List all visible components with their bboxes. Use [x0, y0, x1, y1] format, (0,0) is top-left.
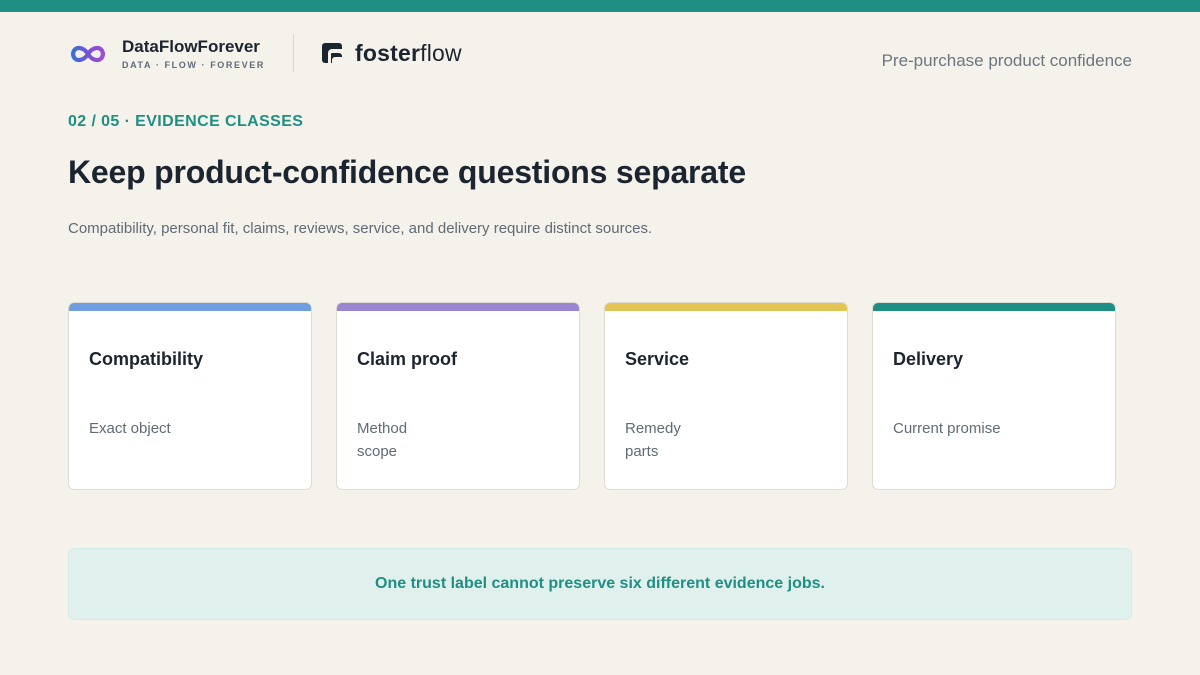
card-line: Method [357, 420, 408, 437]
brand-name: DataFlowForever [122, 37, 260, 56]
card-accent-bar [337, 303, 579, 311]
card-accent-bar [605, 303, 847, 311]
card-body: Current promise [893, 417, 1001, 440]
card-compatibility: Compatibility Exact object [68, 302, 312, 490]
card-line: Exact object [89, 420, 171, 437]
card-line: Current promise [893, 420, 1001, 437]
card-accent-bar [69, 303, 311, 311]
slide-page: DataFlowForever DATA · FLOW · FOREVER fo… [0, 0, 1200, 675]
card-title: Service [625, 349, 690, 369]
card-title: Delivery [893, 349, 964, 369]
card-line: Remedy [625, 420, 681, 437]
context-label: Pre-purchase product confidence [881, 51, 1132, 70]
callout-text: One trust label cannot preserve six diff… [375, 575, 825, 592]
card-body: Method scope [357, 417, 407, 463]
page-subtitle: Compatibility, personal fit, claims, rev… [68, 220, 653, 237]
page-title: Keep product-confidence questions separa… [68, 154, 746, 190]
card-line: parts [625, 443, 659, 460]
brand-fosterflow: fosterflow [318, 38, 462, 68]
evidence-cards: Compatibility Exact object Claim proof M… [68, 302, 1116, 490]
card-delivery: Delivery Current promise [872, 302, 1116, 490]
top-accent-bar [0, 0, 1200, 12]
fosterflow-logo-icon [318, 39, 346, 67]
callout-box: One trust label cannot preserve six diff… [68, 548, 1132, 620]
card-claim-proof: Claim proof Method scope [336, 302, 580, 490]
card-body: Remedy parts [625, 417, 681, 463]
card-accent-bar [873, 303, 1115, 311]
fosterflow-wordmark: fosterflow [355, 40, 462, 67]
card-service: Service Remedy parts [604, 302, 848, 490]
brand-dataflowforever: DataFlowForever DATA · FLOW · FOREVER [68, 34, 265, 74]
infinity-logo-icon [68, 35, 108, 73]
wordmark-strong: foster [355, 39, 421, 66]
card-title: Compatibility [89, 349, 204, 369]
wordmark-light: flow [420, 39, 462, 66]
header: DataFlowForever DATA · FLOW · FOREVER fo… [68, 34, 1132, 74]
card-title: Claim proof [357, 349, 458, 369]
card-line: scope [357, 443, 398, 460]
brand-tagline: DATA · FLOW · FOREVER [122, 60, 265, 70]
brand-divider [293, 34, 294, 72]
section-kicker: 02 / 05 · EVIDENCE CLASSES [68, 113, 304, 130]
card-body: Exact object [89, 417, 171, 440]
